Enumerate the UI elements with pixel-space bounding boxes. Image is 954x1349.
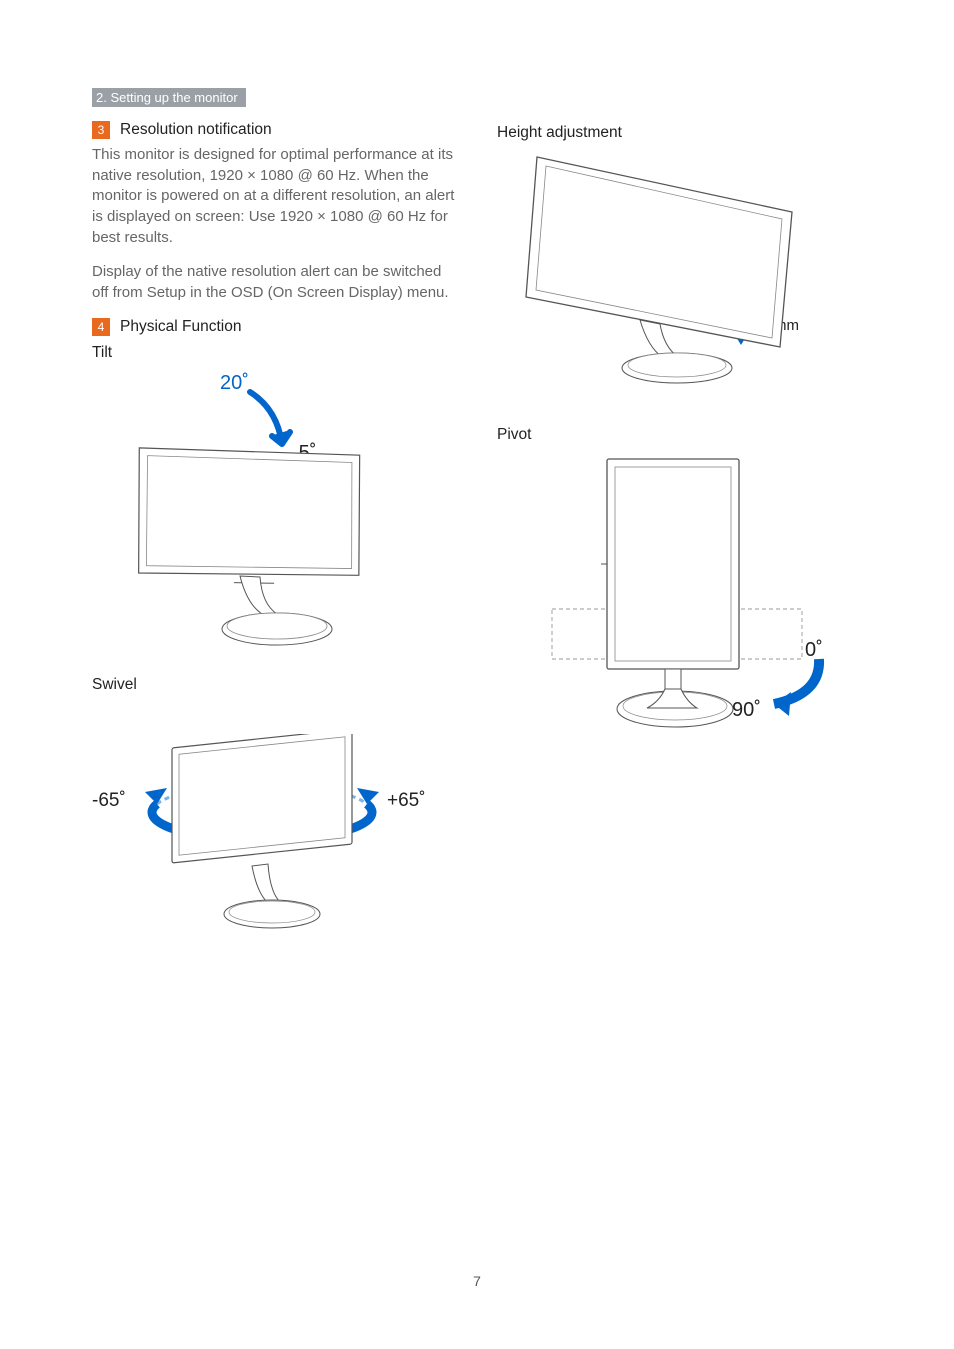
swivel-figure: -65˚ +65˚ — [92, 704, 432, 934]
pivot-figure: 0˚ 90˚ — [507, 454, 847, 744]
step-number-3: 3 — [92, 121, 110, 139]
heading-title: Resolution notification — [120, 121, 272, 139]
left-column: 2. Setting up the monitor 3 Resolution n… — [92, 88, 457, 958]
tilt-heading: Tilt — [92, 344, 457, 362]
resolution-paragraph-2: Display of the native resolution alert c… — [92, 262, 457, 303]
heading-resolution-notification: 3 Resolution notification — [92, 121, 457, 139]
swivel-left-angle-label: -65˚ — [92, 790, 126, 812]
height-figure: 150mm — [517, 152, 837, 402]
tilt-figure: 20˚ -5˚ — [112, 372, 412, 652]
heading-physical-function: 4 Physical Function — [92, 318, 457, 336]
tilt-monitor-icon — [132, 434, 392, 654]
pivot-monitor-icon — [547, 454, 847, 744]
right-column: Height adjustment 150mm — [497, 88, 862, 958]
step-number-4: 4 — [92, 318, 110, 336]
page-number: 7 — [0, 1273, 954, 1289]
swivel-monitor-icon — [162, 734, 362, 944]
pivot-heading: Pivot — [497, 426, 862, 444]
section-tab: 2. Setting up the monitor — [92, 88, 246, 107]
swivel-heading: Swivel — [92, 676, 457, 694]
heading-title: Physical Function — [120, 318, 241, 336]
resolution-paragraph-1: This monitor is designed for optimal per… — [92, 145, 457, 248]
swivel-right-angle-label: +65˚ — [387, 790, 426, 812]
height-monitor-icon — [522, 152, 822, 392]
height-adjustment-heading: Height adjustment — [497, 124, 862, 142]
